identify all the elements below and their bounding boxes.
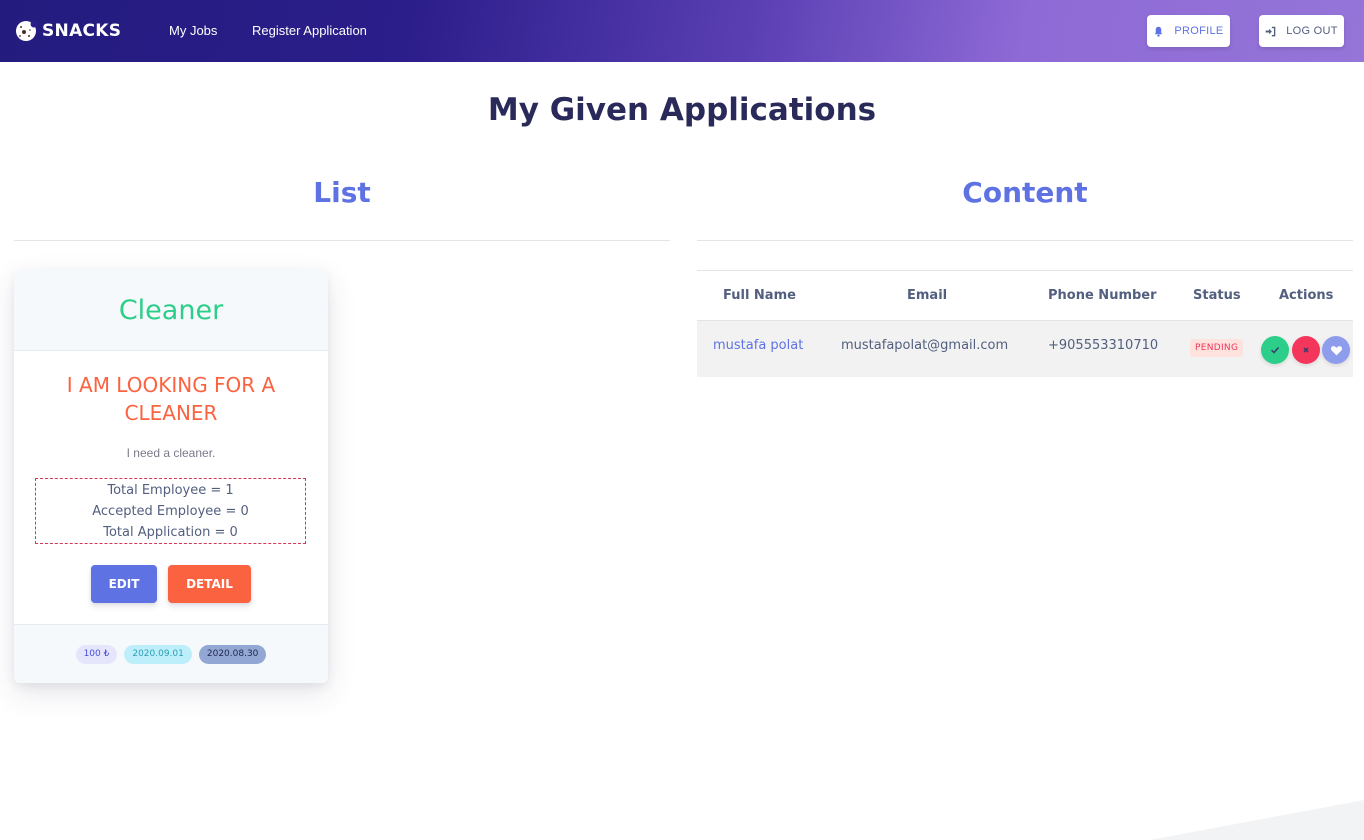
- nav-link-my-jobs[interactable]: My Jobs: [169, 23, 217, 38]
- stat-total-application: Total Application = 0: [103, 524, 238, 540]
- stat-accepted-employee: Accepted Employee = 0: [92, 503, 249, 519]
- job-title: I AM LOOKING FOR A CLEANER: [66, 373, 276, 425]
- job-category: Cleaner: [118, 294, 224, 326]
- profile-button[interactable]: PROFILE: [1147, 15, 1230, 47]
- sign-in-icon: [1265, 26, 1276, 36]
- heart-icon: [1330, 345, 1342, 355]
- column-header-email: Email: [907, 288, 948, 303]
- bell-icon: [1155, 26, 1163, 37]
- start-date-badge: 2020.08.30: [198, 644, 267, 664]
- status-badge: PENDING: [1190, 339, 1244, 357]
- job-card: Cleaner I AM LOOKING FOR A CLEANER I nee…: [14, 270, 328, 683]
- job-card-footer: 100 ₺ 2020.09.01 2020.08.30: [14, 624, 328, 683]
- table-row: mustafa polat mustafapolat@gmail.com +90…: [697, 321, 1353, 377]
- detail-button[interactable]: DETAIL: [168, 565, 251, 603]
- edit-button[interactable]: EDIT: [91, 565, 157, 603]
- profile-button-label: PROFILE: [1174, 25, 1224, 37]
- applicant-phone: +905553310710: [1048, 338, 1159, 353]
- check-icon: [1270, 346, 1280, 354]
- job-card-header: Cleaner: [14, 270, 328, 351]
- content-section-title: Content: [962, 176, 1088, 209]
- favorite-button[interactable]: [1322, 336, 1350, 364]
- column-header-status: Status: [1193, 288, 1241, 303]
- applicant-email: mustafapolat@gmail.com: [841, 338, 1009, 353]
- navbar: SNACKS My Jobs Register Application PROF…: [0, 0, 1364, 62]
- nav-link-register-application[interactable]: Register Application: [252, 23, 367, 38]
- content-divider: [697, 240, 1353, 241]
- end-date-badge: 2020.09.01: [124, 644, 192, 664]
- times-icon: [1303, 347, 1309, 353]
- table-header: Full Name Email Phone Number Status Acti…: [697, 270, 1353, 321]
- logout-button-label: LOG OUT: [1286, 25, 1338, 37]
- stat-total-employee: Total Employee = 1: [107, 482, 234, 498]
- list-section-title: List: [313, 176, 371, 209]
- brand-logo[interactable]: SNACKS: [14, 19, 121, 43]
- logout-button[interactable]: LOG OUT: [1259, 15, 1344, 47]
- accept-button[interactable]: [1261, 336, 1289, 364]
- job-description: I need a cleaner.: [126, 446, 216, 460]
- brand-name: SNACKS: [42, 21, 122, 41]
- page-title: My Given Applications: [487, 92, 877, 128]
- applications-table: Full Name Email Phone Number Status Acti…: [697, 270, 1353, 377]
- column-header-phone-number: Phone Number: [1048, 288, 1157, 303]
- list-divider: [14, 240, 670, 241]
- column-header-full-name: Full Name: [723, 288, 796, 303]
- applicant-name-link[interactable]: mustafa polat: [713, 338, 803, 353]
- reject-button[interactable]: [1292, 336, 1320, 364]
- job-stats-box: Total Employee = 1 Accepted Employee = 0…: [35, 478, 306, 544]
- price-badge: 100 ₺: [75, 644, 118, 664]
- column-header-actions: Actions: [1279, 288, 1334, 303]
- cookie-icon: [16, 20, 38, 41]
- job-card-body: I AM LOOKING FOR A CLEANER I need a clea…: [14, 351, 328, 624]
